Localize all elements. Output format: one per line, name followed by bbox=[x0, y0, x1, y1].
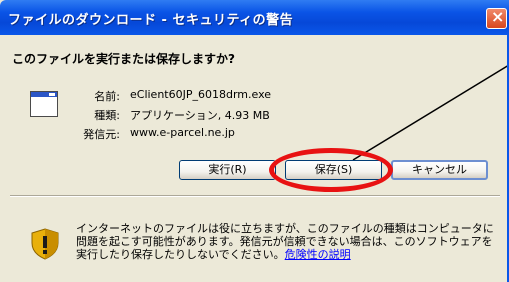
highlight-oval bbox=[269, 148, 393, 192]
risk-explanation-link[interactable]: 危険性の説明 bbox=[285, 248, 351, 261]
shield-warning-icon bbox=[31, 228, 59, 260]
cancel-button[interactable]: キャンセル bbox=[391, 160, 488, 180]
run-button[interactable]: 実行(R) bbox=[179, 160, 276, 180]
warning-message: インターネットのファイルは役に立ちますが、このファイルの種類はコンピュータに問題… bbox=[76, 222, 496, 261]
security-warning-dialog: ファイルのダウンロード - セキュリティの警告 × このファイルを実行または保存… bbox=[0, 0, 509, 282]
